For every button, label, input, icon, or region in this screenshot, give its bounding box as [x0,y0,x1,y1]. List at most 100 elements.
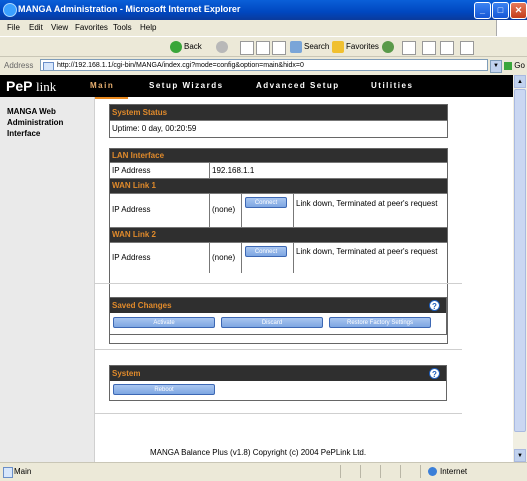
address-bar: Address http://192.168.1.1/cgi-bin/MANGA… [0,56,527,75]
saved-changes-actions: Activate Discard Restore Factory Setting… [110,313,446,333]
wan2-header: WAN Link 2 [110,227,447,242]
main-nav: Main Setup Wizards Advanced Setup Utilit… [83,75,513,97]
ie-icon [3,3,17,17]
menu-favorites[interactable]: Favorites [75,23,108,32]
lan-ip-value: 192.168.1.1 [212,166,255,175]
mail-button[interactable] [402,41,416,55]
browser-toolbar: Back Search Favorites [0,36,527,57]
lan-header: LAN Interface [110,149,447,162]
history-button[interactable] [382,41,396,53]
window-title: MANGA Administration - Microsoft Interne… [18,4,241,14]
edit-icon [440,41,454,55]
menu-file[interactable]: File [7,23,20,32]
favorites-star-icon [332,41,344,53]
close-button[interactable]: ✕ [510,2,527,19]
system-header: System ? [110,366,446,381]
stop-button[interactable] [240,41,254,55]
scrollbar-thumb[interactable] [514,89,526,432]
refresh-button[interactable] [256,41,270,55]
page-icon [43,62,54,70]
nav-utilities[interactable]: Utilities [371,81,413,90]
wan2-ip-value: (none) [212,253,236,262]
minimize-button[interactable]: _ [474,2,491,19]
saved-changes-header: Saved Changes ? [110,298,446,313]
page-viewport: PeP link Main Setup Wizards Advanced Set… [0,75,513,462]
home-button[interactable] [272,41,286,55]
menu-bar: File Edit View Favorites Tools Help [0,20,527,36]
section-divider [94,413,462,414]
vertical-scrollbar[interactable]: ▲ ▼ [513,75,527,462]
discuss-icon [460,41,474,55]
favorites-button[interactable]: Favorites [332,41,379,53]
maximize-button[interactable]: □ [492,2,509,19]
address-url: http://192.168.1.1/cgi-bin/MANGA/index.c… [57,62,304,69]
address-input[interactable]: http://192.168.1.1/cgi-bin/MANGA/index.c… [40,59,488,71]
back-arrow-icon [170,41,182,53]
status-text: Main [14,467,32,476]
history-icon [382,41,394,53]
wan1-connect-button[interactable]: Connect [245,197,287,208]
page-status-icon [3,467,13,478]
menu-edit[interactable]: Edit [29,23,43,32]
window-title-bar: MANGA Administration - Microsoft Interne… [0,0,527,20]
zone-label: Internet [440,467,468,476]
wan1-header: WAN Link 1 [110,178,447,193]
system-help-icon[interactable]: ? [429,368,440,379]
status-bar: Main Internet [0,462,527,481]
wan2-connect-button[interactable]: Connect [245,246,287,257]
print-button[interactable] [422,41,436,55]
forward-arrow-icon [216,41,228,53]
reboot-button[interactable]: Reboot [113,384,215,395]
mail-icon [402,41,416,55]
internet-zone-icon [428,467,437,476]
activate-button[interactable]: Activate [113,317,215,328]
address-dropdown-button[interactable]: ▼ [490,60,502,73]
wan1-ip-value: (none) [212,205,236,214]
wan1-row: IP Address (none) Connect Link down, Ter… [110,193,447,227]
back-button[interactable]: Back [170,41,202,53]
wan1-ip-label: IP Address [112,205,151,214]
menu-help[interactable]: Help [140,23,156,32]
wan2-row: IP Address (none) Connect Link down, Ter… [110,242,447,273]
refresh-icon [256,41,270,55]
sidebar-title: MANGA Web Administration Interface [7,107,64,138]
windows-logo-icon [496,20,527,36]
saved-changes-help-icon[interactable]: ? [429,300,440,311]
section-divider [94,349,462,350]
menu-view[interactable]: View [51,23,68,32]
saved-changes-panel: Saved Changes ? Activate Discard Restore… [109,297,447,335]
nav-main[interactable]: Main [90,81,114,90]
go-arrow-icon [504,61,512,70]
system-status-panel: System Status Uptime: 0 day, 00:20:59 [109,104,448,138]
wan1-status: Link down, Terminated at peer's request [296,199,438,208]
print-icon [422,41,436,55]
lan-ip-label: IP Address [112,166,151,175]
nav-advanced-setup[interactable]: Advanced Setup [256,81,340,90]
go-button[interactable]: Go [504,61,525,70]
scroll-down-arrow-icon[interactable]: ▼ [514,449,526,462]
home-icon [272,41,286,55]
forward-button[interactable] [216,41,230,53]
peplink-logo: PeP link [0,75,83,97]
wan2-ip-label: IP Address [112,253,151,262]
restore-factory-settings-button[interactable]: Restore Factory Settings [329,317,431,328]
uptime-value: Uptime: 0 day, 00:20:59 [112,124,197,133]
discard-button[interactable]: Discard [221,317,323,328]
section-divider [94,283,462,284]
wan2-status: Link down, Terminated at peer's request [296,247,438,256]
search-button[interactable]: Search [290,41,329,53]
uptime-row: Uptime: 0 day, 00:20:59 [110,120,447,137]
sidebar: MANGA Web Administration Interface [0,97,95,462]
system-actions: Reboot [110,381,446,399]
edit-button[interactable] [440,41,454,55]
discuss-button[interactable] [460,41,474,55]
stop-icon [240,41,254,55]
scroll-up-arrow-icon[interactable]: ▲ [514,75,526,88]
system-status-header: System Status [110,105,447,120]
nav-setup-wizards[interactable]: Setup Wizards [149,81,224,90]
system-panel: System ? Reboot [109,365,447,401]
search-icon [290,41,302,53]
address-label: Address [4,61,34,70]
copyright-footer: MANGA Balance Plus (v1.8) Copyright (c) … [150,448,367,457]
menu-tools[interactable]: Tools [113,23,132,32]
